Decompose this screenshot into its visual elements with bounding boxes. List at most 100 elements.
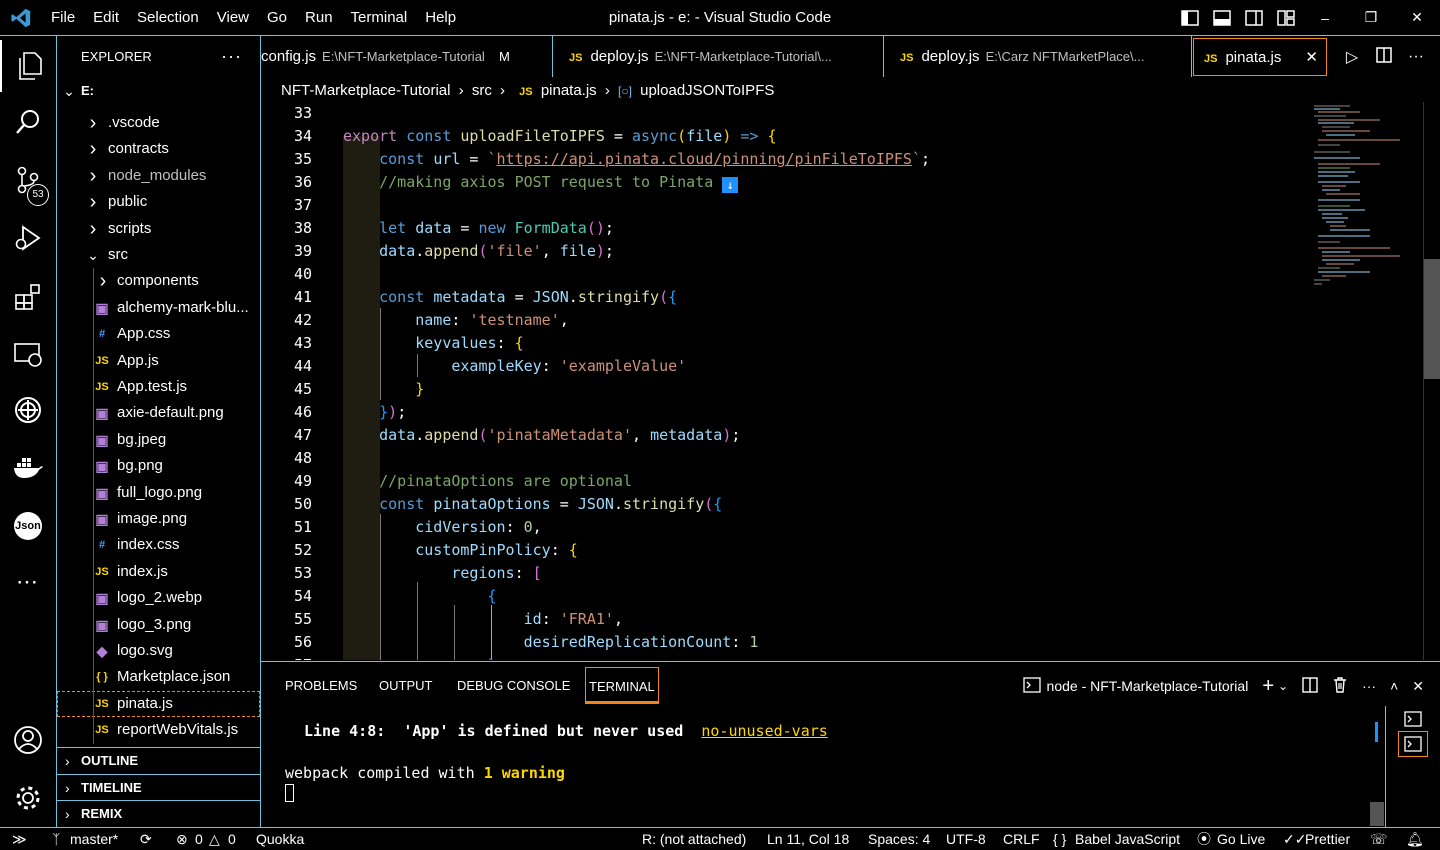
remix-section[interactable]: › REMIX: [57, 800, 260, 826]
new-terminal-icon[interactable]: +: [1262, 675, 1274, 698]
terminal-list-item[interactable]: [1398, 706, 1428, 732]
explorer-item-axie-default-png[interactable]: ▣ axie-default.png: [57, 400, 260, 426]
explorer-item-app-test-js[interactable]: JS App.test.js: [57, 374, 260, 400]
tab-deploy-js-carz[interactable]: JS deploy.js E:\Carz NFTMarketPlace\...: [884, 36, 1192, 77]
explorer-item-pinata-js[interactable]: JS pinata.js: [57, 690, 260, 717]
timeline-section[interactable]: › TIMELINE: [57, 774, 260, 800]
docker-icon[interactable]: [0, 442, 56, 494]
outline-section[interactable]: › OUTLINE: [57, 747, 260, 773]
toggle-primary-sidebar-icon[interactable]: [1174, 0, 1206, 35]
scrollbar-thumb[interactable]: [1424, 259, 1440, 379]
split-editor-icon[interactable]: [1368, 46, 1400, 68]
breadcrumb-symbol[interactable]: uploadJSONToIPFS: [640, 82, 774, 99]
prettier-status[interactable]: Prettier: [1305, 828, 1350, 850]
menu-help[interactable]: Help: [416, 0, 465, 35]
explorer-item-index-css[interactable]: # index.css: [57, 532, 260, 558]
explorer-files-icon[interactable]: [0, 40, 56, 92]
account-icon[interactable]: [0, 714, 56, 766]
language-mode[interactable]: Babel JavaScript: [1075, 828, 1180, 850]
sync-icon[interactable]: ⟳: [140, 828, 152, 850]
explorer-item-src[interactable]: ⌄ src: [57, 242, 260, 268]
explorer-item-alchemy-mark-blu[interactable]: ▣ alchemy-mark-blu...: [57, 295, 260, 321]
settings-gear-icon[interactable]: [0, 772, 56, 824]
terminal-scrollbar[interactable]: [1370, 802, 1384, 826]
close-tab-icon[interactable]: ✕: [1305, 39, 1318, 75]
trash-icon[interactable]: [1332, 676, 1348, 696]
tab-terminal[interactable]: TERMINAL: [585, 667, 659, 704]
more-actions-icon[interactable]: ···: [221, 46, 242, 67]
extensions-icon[interactable]: [0, 270, 56, 322]
split-terminal-icon[interactable]: [1302, 676, 1318, 696]
toggle-panel-icon[interactable]: [1206, 0, 1238, 35]
go-live[interactable]: Go Live: [1217, 828, 1265, 850]
menu-terminal[interactable]: Terminal: [342, 0, 417, 35]
explorer-item--vscode[interactable]: › .vscode: [57, 110, 260, 136]
breadcrumb-src[interactable]: src: [472, 82, 492, 99]
tab-deploy-js[interactable]: JS deploy.js E:\NFT-Marketplace-Tutorial\.…: [553, 36, 884, 77]
explorer-item-app-css[interactable]: # App.css: [57, 321, 260, 347]
explorer-item-contracts[interactable]: › contracts: [57, 136, 260, 162]
quokka-status[interactable]: Quokka: [256, 828, 304, 850]
run-icon[interactable]: ▷: [1336, 47, 1368, 67]
explorer-item-logo-3-png[interactable]: ▣ logo_3.png: [57, 612, 260, 638]
remote-explorer-icon[interactable]: [0, 328, 56, 380]
explorer-item-bg-png[interactable]: ▣ bg.png: [57, 453, 260, 479]
menu-run[interactable]: Run: [296, 0, 342, 35]
close-icon[interactable]: ✕: [1394, 0, 1440, 35]
feedback-icon[interactable]: ☏: [1370, 828, 1388, 850]
close-panel-icon[interactable]: ✕: [1412, 678, 1424, 695]
panel-more-icon[interactable]: ···: [1362, 678, 1376, 694]
explorer-item-node-modules[interactable]: › node_modules: [57, 163, 260, 189]
menu-edit[interactable]: Edit: [84, 0, 128, 35]
restore-icon[interactable]: ❐: [1348, 0, 1394, 35]
explorer-item-index-js[interactable]: JS index.js: [57, 559, 260, 585]
breadcrumb-folder[interactable]: NFT-Marketplace-Tutorial: [281, 82, 450, 99]
minimap[interactable]: [1310, 102, 1423, 302]
explorer-item-logo-2-webp[interactable]: ▣ logo_2.webp: [57, 585, 260, 611]
code-editor[interactable]: 33 34 export const uploadFileToIPFS = asy…: [261, 102, 1423, 660]
menu-view[interactable]: View: [208, 0, 258, 35]
maximize-panel-icon[interactable]: ˄: [1390, 678, 1398, 694]
menu-file[interactable]: File: [42, 0, 84, 35]
git-branch[interactable]: master*: [70, 828, 118, 850]
editor-more-icon[interactable]: ···: [1400, 48, 1432, 66]
explorer-item-public[interactable]: › public: [57, 189, 260, 215]
tab-output[interactable]: OUTPUT: [376, 667, 435, 704]
explorer-item-components[interactable]: › components: [57, 268, 260, 294]
editor-scrollbar[interactable]: [1423, 102, 1440, 660]
search-icon[interactable]: [0, 96, 56, 148]
run-debug-icon[interactable]: [0, 212, 56, 264]
remote-indicator-icon[interactable]: ≫: [12, 828, 27, 850]
notifications-bell-icon[interactable]: 🔔︎: [1406, 828, 1424, 850]
source-control-icon[interactable]: 53: [0, 154, 56, 206]
explorer-item-full-logo-png[interactable]: ▣ full_logo.png: [57, 480, 260, 506]
tab-debug-console[interactable]: DEBUG CONSOLE: [454, 667, 573, 704]
encoding[interactable]: UTF-8: [946, 828, 986, 850]
tab-pinata-js[interactable]: JS pinata.js ✕: [1193, 38, 1327, 76]
remote-status[interactable]: R: (not attached): [642, 828, 746, 850]
warning-count[interactable]: 0: [228, 828, 236, 850]
menu-go[interactable]: Go: [258, 0, 296, 35]
explorer-item-scripts[interactable]: › scripts: [57, 216, 260, 242]
menu-selection[interactable]: Selection: [128, 0, 208, 35]
explorer-item-reportwebvitals-js[interactable]: JS reportWebVitals.js: [57, 717, 260, 743]
chevron-down-icon[interactable]: ⌄: [1278, 679, 1288, 693]
indentation[interactable]: Spaces: 4: [868, 828, 930, 850]
terminal-name[interactable]: node - NFT-Marketplace-Tutorial: [1047, 678, 1249, 694]
error-count[interactable]: 0: [195, 828, 203, 850]
explorer-item-logo-svg[interactable]: ◆ logo.svg: [57, 638, 260, 664]
toggle-secondary-sidebar-icon[interactable]: [1238, 0, 1270, 35]
json-icon[interactable]: Json: [0, 500, 56, 552]
tab-problems[interactable]: PROBLEMS: [282, 667, 360, 704]
line-ending[interactable]: CRLF: [1003, 828, 1040, 850]
cursor-position[interactable]: Ln 11, Col 18: [767, 828, 849, 850]
more-icon[interactable]: ⋯: [0, 556, 56, 608]
customize-layout-icon[interactable]: [1270, 0, 1302, 35]
breadcrumb-file[interactable]: pinata.js: [541, 82, 597, 99]
explorer-item-app-js[interactable]: JS App.js: [57, 348, 260, 374]
tab-config-js[interactable]: config.js E:\NFT-Marketplace-Tutorial M: [261, 36, 553, 77]
minimize-icon[interactable]: –: [1302, 0, 1348, 35]
workspace-root[interactable]: ⌄ E:: [57, 78, 260, 104]
terminal-list-item-active[interactable]: [1398, 731, 1428, 757]
explorer-item-image-png[interactable]: ▣ image.png: [57, 506, 260, 532]
